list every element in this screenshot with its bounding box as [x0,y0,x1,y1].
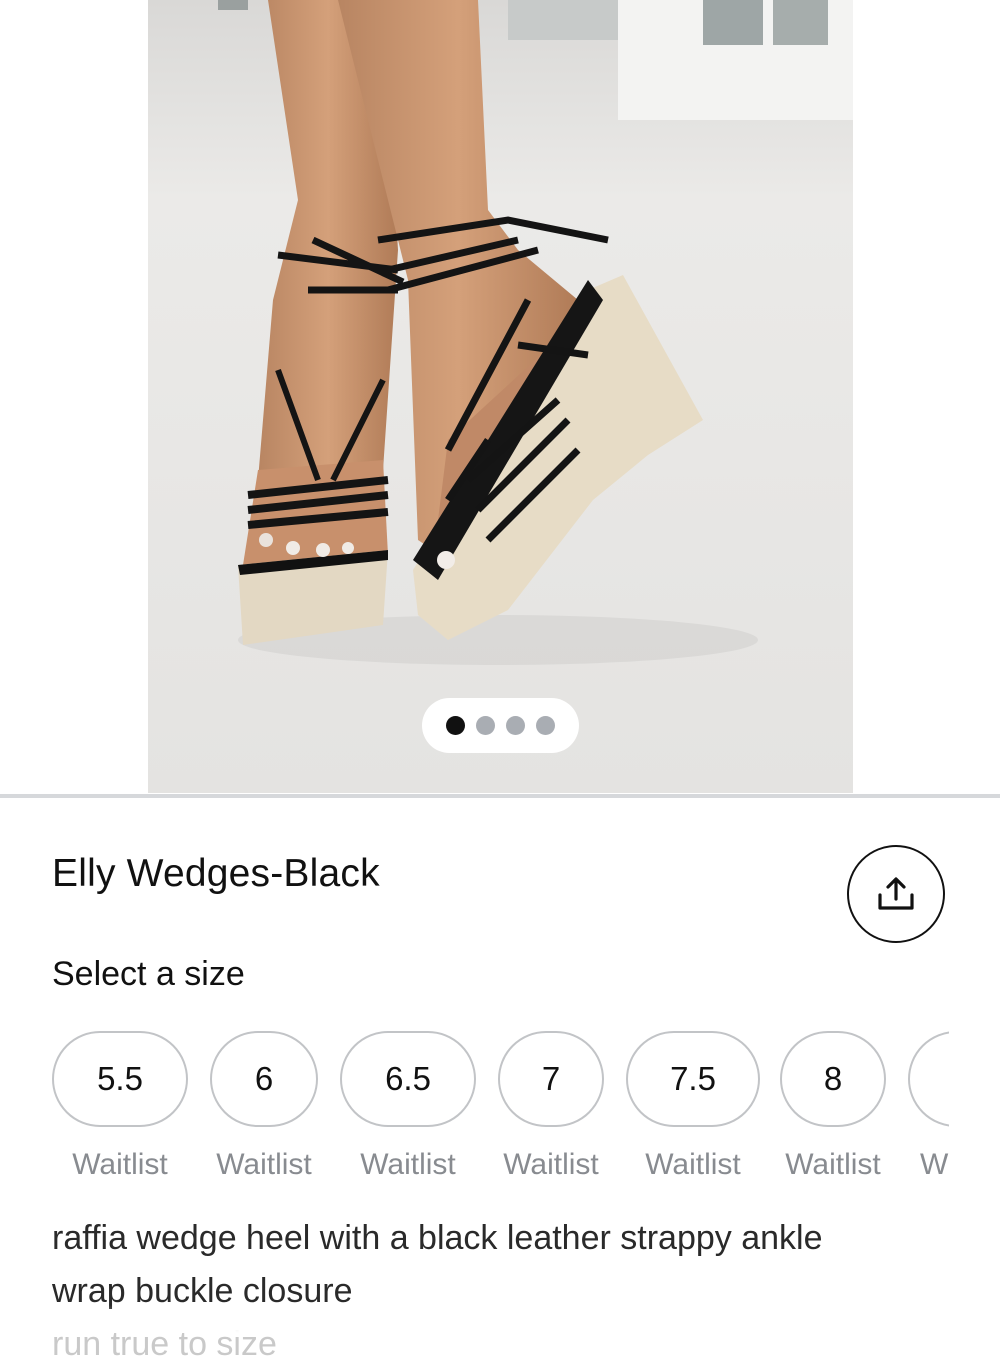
size-option-5-5[interactable]: 5.5 [52,1031,188,1127]
size-options-row[interactable]: 5.5 6 6.5 7 7.5 8 [52,1031,949,1131]
size-option-6[interactable]: 6 [210,1031,318,1127]
size-status-7: Waitlist [503,1148,599,1181]
size-status-8: Waitlist [785,1148,881,1181]
size-option-7[interactable]: 7 [498,1031,604,1127]
size-status-7-5: Waitlist [645,1148,741,1181]
size-status-6-5: Waitlist [360,1148,456,1181]
product-description: raffia wedge heel with a black leather s… [52,1212,952,1371]
size-status-partial: W [920,1148,949,1181]
share-icon [878,877,914,910]
scroll-fade [0,1305,1000,1333]
size-option-partial[interactable] [908,1031,949,1127]
carousel-dot-3[interactable] [506,716,525,735]
size-option-6-5[interactable]: 6.5 [340,1031,476,1127]
size-selector-label: Select a size [52,955,245,993]
share-button[interactable] [847,845,945,943]
product-image-carousel[interactable] [0,0,1000,795]
size-status-6: Waitlist [216,1148,312,1181]
carousel-dot-4[interactable] [536,716,555,735]
carousel-dot-2[interactable] [476,716,495,735]
description-line-1: raffia wedge heel with a black leather s… [52,1219,823,1257]
product-title: Elly Wedges-Black [52,852,380,895]
carousel-indicator [422,698,579,753]
product-photo[interactable] [148,0,853,793]
sandal-illustration [148,0,853,793]
section-divider [0,794,1000,798]
size-status-5-5: Waitlist [72,1148,168,1181]
size-option-7-5[interactable]: 7.5 [626,1031,760,1127]
carousel-dot-1[interactable] [446,716,465,735]
size-option-8[interactable]: 8 [780,1031,886,1127]
